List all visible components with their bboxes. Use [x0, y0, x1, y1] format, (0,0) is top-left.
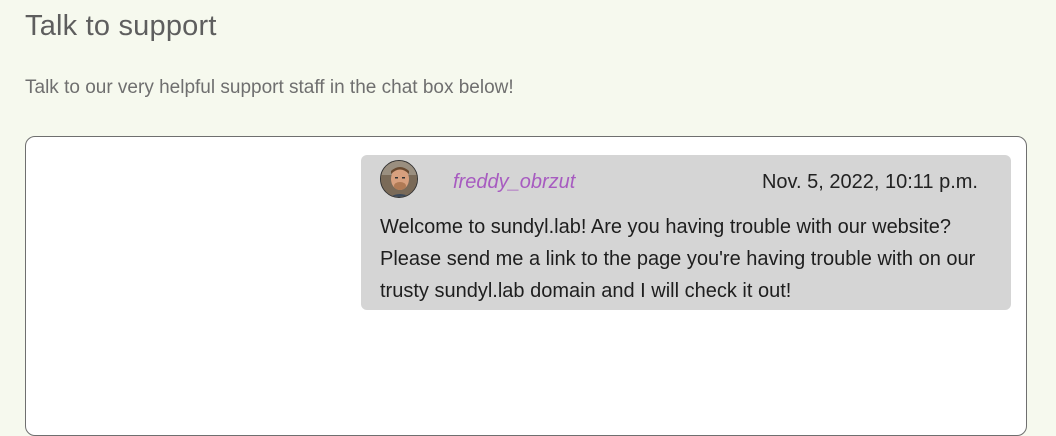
message-text: Welcome to sundyl.lab! Are you having tr… [380, 216, 976, 302]
page-title: Talk to support [25, 10, 217, 42]
chat-message: freddy_obrzut Nov. 5, 2022, 10:11 p.m. W… [361, 155, 1011, 310]
avatar[interactable] [380, 160, 418, 198]
chat-box[interactable]: freddy_obrzut Nov. 5, 2022, 10:11 p.m. W… [25, 136, 1027, 436]
message-timestamp: Nov. 5, 2022, 10:11 p.m. [761, 171, 978, 193]
user-avatar-photo-icon [381, 161, 417, 197]
message-author[interactable]: freddy_obrzut [453, 171, 575, 194]
page-subtitle: Talk to our very helpful support staff i… [25, 77, 514, 98]
